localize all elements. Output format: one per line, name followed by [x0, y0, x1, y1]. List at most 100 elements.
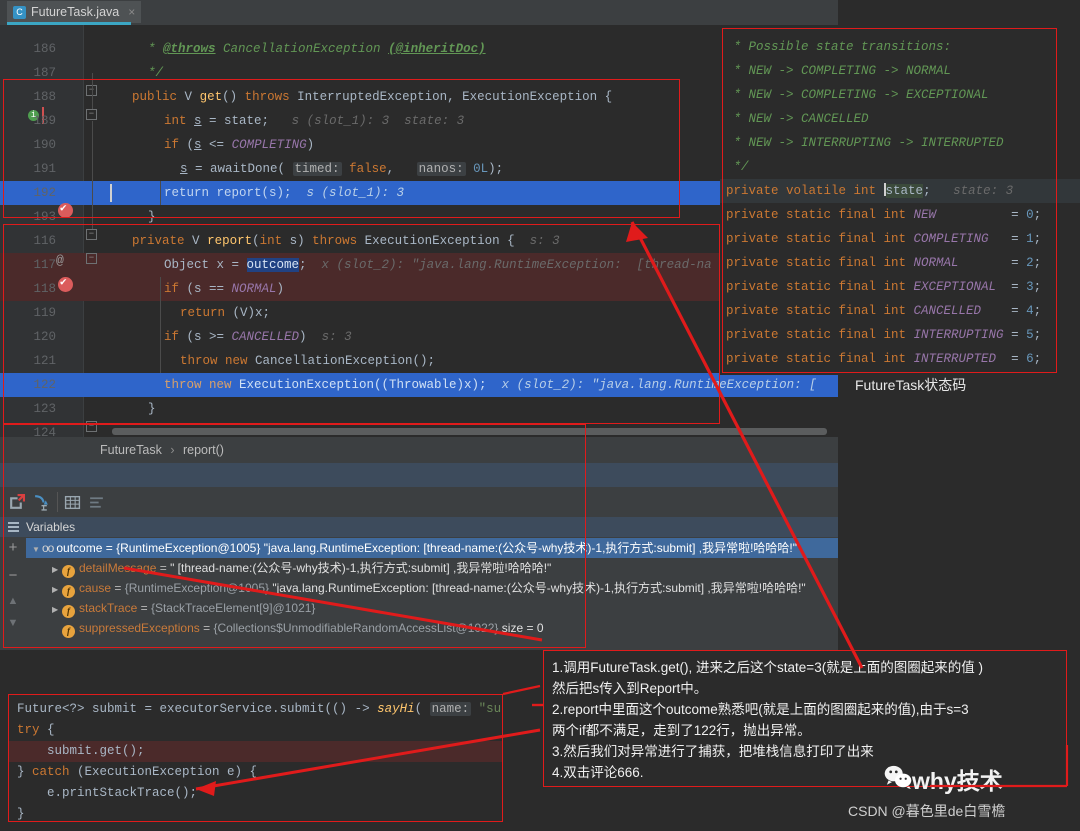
variable-row-detailMessage[interactable]: ▶ f detailMessage = " [thread-name:(公众号-wh… — [26, 558, 838, 578]
step-into-icon[interactable] — [33, 494, 50, 511]
fold-marker-icon[interactable]: − — [86, 109, 97, 120]
frames-bar — [0, 463, 838, 487]
line-number: 187 — [33, 66, 56, 80]
variables-tab-header[interactable]: Variables — [0, 517, 838, 537]
line-number: 186 — [33, 42, 56, 56]
line-number: 191 — [33, 162, 56, 176]
state-comment-line: * NEW -> COMPLETING -> NORMAL — [726, 64, 952, 78]
scroll-up-arrow-icon[interactable]: ▲ — [6, 595, 20, 607]
variable-name: suppressedExceptions — [79, 621, 200, 635]
state-const-NORMAL: private static final int NORMAL = 2; — [726, 256, 1042, 270]
breadcrumb[interactable]: FutureTask › report() — [0, 437, 838, 463]
line-number: 188 — [33, 90, 56, 104]
variable-name: stackTrace — [79, 601, 138, 615]
code-line-119: return (V)x; — [180, 306, 271, 320]
expander-icon[interactable]: ▶ — [52, 560, 62, 580]
state-const-CANCELLED: private static final int CANCELLED = 4; — [726, 304, 1042, 318]
indent-guide — [160, 181, 161, 205]
editor-tabbar: C FutureTask.java × — [0, 0, 838, 25]
debug-toolbar[interactable] — [0, 487, 838, 517]
variable-ref: {RuntimeException@1005} — [124, 581, 269, 595]
code-line-193: } — [148, 210, 156, 224]
editor-horizontal-scrollbar[interactable] — [112, 428, 827, 435]
variable-name: detailMessage — [79, 561, 157, 575]
field-icon: f — [62, 585, 75, 598]
code-line-192: return report(s); s (slot_1): 3 — [164, 186, 405, 200]
expander-icon[interactable]: ▼ — [32, 540, 42, 560]
ide-window: C FutureTask.java × i @ − − − − — [0, 0, 838, 650]
note-line: 然后把s传入到Report中。 — [552, 681, 708, 696]
breadcrumb-method[interactable]: report() — [183, 443, 224, 457]
variable-value: "java.lang.RuntimeException: [thread-nam… — [272, 581, 806, 595]
remove-watch-minus-icon[interactable]: − — [6, 567, 20, 584]
variable-ref: {Collections$UnmodifiableRandomAccessLis… — [213, 621, 499, 635]
field-icon: f — [62, 565, 75, 578]
state-const-COMPLETING: private static final int COMPLETING = 1; — [726, 232, 1042, 246]
breakpoint-icon-117[interactable] — [58, 275, 73, 292]
line-number: 123 — [33, 402, 56, 416]
variable-ref: {StackTraceElement[9]@1021} — [150, 601, 316, 615]
add-watch-plus-icon[interactable]: + — [6, 539, 20, 556]
variable-row-outcome[interactable]: ▼ oo outcome = {RuntimeException@1005} "ja… — [26, 538, 838, 558]
line-number: 189 — [33, 114, 56, 128]
sort-values-icon[interactable] — [88, 494, 105, 511]
wechat-logo-icon — [884, 765, 912, 789]
snippet-line-2: try { — [17, 723, 55, 737]
note-line: 3.然后我们对异常进行了捕获，把堆栈信息打印了出来 — [552, 744, 874, 759]
state-field-line: private volatile int state; state: 3 — [726, 183, 1014, 198]
variable-row-stackTrace[interactable]: ▶ f stackTrace = {StackTraceElement[9]@102… — [26, 598, 838, 618]
code-editor[interactable]: i @ − − − − − 186 187 188 189 190 191 19… — [0, 25, 838, 437]
state-transitions-panel[interactable]: * Possible state transitions: * NEW -> C… — [720, 25, 1080, 375]
close-icon[interactable]: × — [128, 4, 135, 20]
fold-marker-icon[interactable]: − — [86, 253, 97, 264]
snippet-line-4: } catch (ExecutionException e) { — [17, 765, 258, 779]
java-class-icon: C — [13, 6, 26, 19]
screenshot-root: C FutureTask.java × i @ − − − − — [0, 0, 1080, 831]
fold-marker-icon[interactable]: − — [86, 421, 97, 432]
variable-row-suppressedExceptions[interactable]: f suppressedExceptions = {Collections$Unm… — [26, 618, 838, 638]
code-line-117: Object x = outcome; x (slot_2): "java.la… — [164, 258, 712, 272]
text-caret — [110, 184, 112, 202]
oo-object-icon: oo — [42, 541, 54, 555]
table-view-icon[interactable] — [64, 494, 81, 511]
state-const-NEW: private static final int NEW = 0; — [726, 208, 1042, 222]
line-number: 118 — [33, 282, 56, 296]
code-line-120: if (s >= CANCELLED) s: 3 — [164, 330, 352, 344]
variables-panel[interactable]: + − ▲ ▼ ▼ oo outcome = {RuntimeException@1… — [0, 537, 838, 650]
state-const-INTERRUPTED: private static final int INTERRUPTED = 6… — [726, 352, 1042, 366]
scroll-down-arrow-icon[interactable]: ▼ — [6, 617, 20, 629]
line-number: 116 — [33, 234, 56, 248]
code-line-123: } — [148, 402, 156, 416]
toolbar-separator — [57, 492, 58, 512]
indent-guide — [160, 277, 161, 373]
snippet-line-6: } — [17, 807, 25, 821]
tab-label: FutureTask.java — [31, 5, 120, 19]
code-line-189: int s = state; s (slot_1): 3 state: 3 — [164, 114, 465, 128]
state-const-EXCEPTIONAL: private static final int EXCEPTIONAL = 3… — [726, 280, 1042, 294]
variable-row-cause[interactable]: ▶ f cause = {RuntimeException@1005} "java.… — [26, 578, 838, 598]
usage-snippet-panel[interactable]: Future<?> submit = executorService.submi… — [8, 694, 503, 822]
variables-menu-icon[interactable] — [8, 522, 19, 532]
line-number: 190 — [33, 138, 56, 152]
field-icon: f — [62, 605, 75, 618]
line-number: 192 — [33, 186, 56, 200]
evaluate-expression-icon[interactable] — [8, 494, 25, 511]
expander-icon[interactable]: ▶ — [52, 600, 62, 620]
breadcrumb-class[interactable]: FutureTask — [100, 443, 162, 457]
state-const-INTERRUPTING: private static final int INTERRUPTING = … — [726, 328, 1042, 342]
expander-icon[interactable]: ▶ — [52, 580, 62, 600]
state-panel-label: FutureTask状态码 — [855, 377, 967, 393]
code-line-187: */ — [148, 66, 164, 80]
breakpoint-icon-192[interactable] — [58, 201, 73, 218]
fold-indent-guide — [92, 73, 93, 109]
code-line-116: private V report(int s) throws Execution… — [132, 234, 560, 248]
line-number: 124 — [33, 426, 56, 437]
tab-futuretask-java[interactable]: C FutureTask.java × — [7, 1, 142, 23]
note-line: 两个if都不满足，走到了122行，抛出异常。 — [552, 723, 811, 738]
fold-marker-icon[interactable]: − — [86, 229, 97, 240]
variable-ref: {RuntimeException@1005} — [116, 541, 261, 555]
variable-value: size = 0 — [501, 621, 544, 635]
variables-side-buttons[interactable]: + − ▲ ▼ — [0, 537, 26, 650]
snippet-line-5: e.printStackTrace(); — [17, 786, 198, 800]
line-number: 120 — [33, 330, 56, 344]
